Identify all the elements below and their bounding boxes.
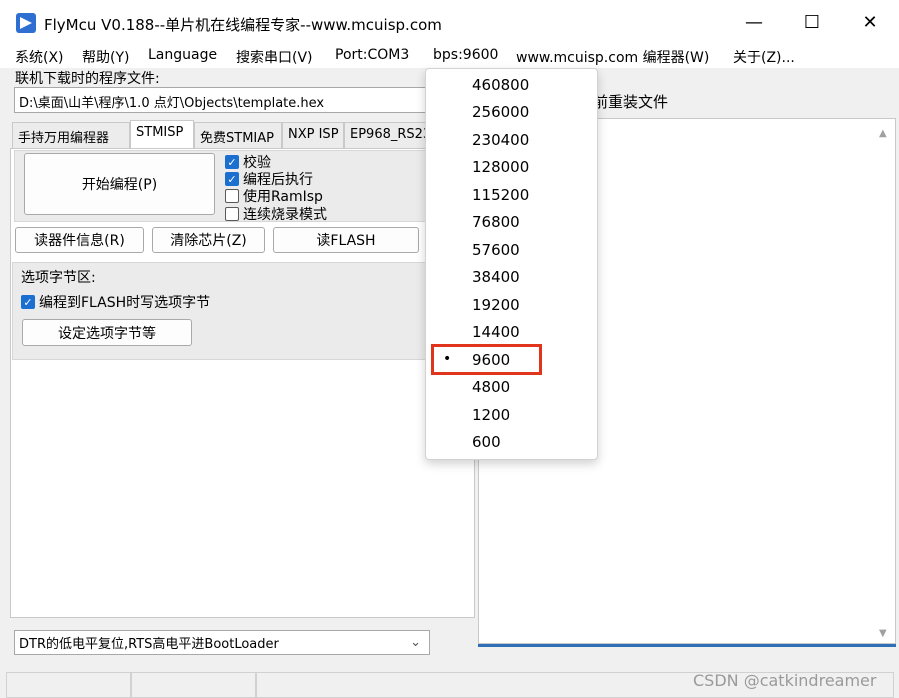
title-bar: FlyMcu V0.188--单片机在线编程专家--www.mcuisp.com… <box>0 0 899 44</box>
window-title: FlyMcu V0.188--单片机在线编程专家--www.mcuisp.com <box>44 16 442 34</box>
menu-port[interactable]: Port:COM3 <box>335 47 409 63</box>
bps-dropdown-menu: 460800 256000 230400 128000 115200 76800… <box>425 68 598 460</box>
use-ramisp-label: 使用RamIsp <box>243 189 323 205</box>
menu-language[interactable]: Language <box>148 47 217 63</box>
bps-option-14400[interactable]: 14400 <box>472 323 520 341</box>
progress-bar <box>478 644 896 647</box>
bps-option-230400[interactable]: 230400 <box>472 131 529 149</box>
erase-chip-button[interactable]: 清除芯片(Z) <box>152 227 265 253</box>
menu-system[interactable]: 系统(X) <box>15 47 64 67</box>
status-cell-2 <box>131 672 256 698</box>
checkbox-checked-icon: ✓ <box>21 295 35 309</box>
bps-option-1200[interactable]: 1200 <box>472 406 510 424</box>
bps-option-460800[interactable]: 460800 <box>472 76 529 94</box>
checkbox-unchecked-icon <box>225 207 239 221</box>
reset-mode-select[interactable]: DTR的低电平复位,RTS高电平进BootLoader ⌄ <box>14 630 430 655</box>
file-label: 联机下载时的程序文件: <box>15 71 160 87</box>
checkbox-checked-icon: ✓ <box>225 172 239 186</box>
menu-help[interactable]: 帮助(Y) <box>82 47 129 67</box>
bps-option-19200[interactable]: 19200 <box>472 296 520 314</box>
menu-bar: 系统(X) 帮助(Y) Language 搜索串口(V) Port:COM3 b… <box>0 44 899 68</box>
app-logo-icon <box>16 13 36 33</box>
reset-mode-value: DTR的低电平复位,RTS高电平进BootLoader <box>19 637 279 652</box>
close-button[interactable]: ✕ <box>841 0 899 44</box>
continuous-mode-label: 连续烧录模式 <box>243 207 327 223</box>
chevron-down-icon: ⌄ <box>410 635 421 650</box>
bps-option-57600[interactable]: 57600 <box>472 241 520 259</box>
selected-option-highlight <box>431 344 542 375</box>
menu-about[interactable]: 关于(Z)... <box>733 47 795 67</box>
write-option-bytes-label: 编程到FLASH时写选项字节 <box>39 295 211 311</box>
use-ramisp-checkbox[interactable]: 使用RamIsp <box>225 186 323 206</box>
bps-option-600[interactable]: 600 <box>472 433 501 451</box>
tab-stmiap[interactable]: 免费STMIAP <box>194 122 282 148</box>
file-path-input[interactable]: D:\桌面\山羊\程序\1.0 点灯\Objects\template.hex <box>14 87 429 113</box>
scroll-down-icon[interactable]: ▼ <box>879 628 887 639</box>
start-programming-button[interactable]: 开始编程(P) <box>24 153 215 215</box>
bps-option-38400[interactable]: 38400 <box>472 268 520 286</box>
tab-handheld[interactable]: 手持万用编程器 <box>12 122 130 148</box>
status-cell-1 <box>6 672 131 698</box>
set-option-bytes-button[interactable]: 设定选项字节等 <box>22 319 192 346</box>
minimize-button[interactable]: — <box>725 0 783 44</box>
write-option-bytes-checkbox[interactable]: ✓ 编程到FLASH时写选项字节 <box>21 292 210 312</box>
bps-option-76800[interactable]: 76800 <box>472 213 520 231</box>
bps-option-128000[interactable]: 128000 <box>472 158 529 176</box>
bps-option-4800[interactable]: 4800 <box>472 378 510 396</box>
read-device-info-button[interactable]: 读器件信息(R) <box>15 227 144 253</box>
tab-stmisp[interactable]: STMISP <box>130 120 194 148</box>
continuous-mode-checkbox[interactable]: 连续烧录模式 <box>225 204 327 224</box>
menu-programmer[interactable]: www.mcuisp.com 编程器(W) <box>516 47 709 67</box>
menu-search-port[interactable]: 搜索串口(V) <box>236 47 313 67</box>
checkbox-unchecked-icon <box>225 189 239 203</box>
bps-option-115200[interactable]: 115200 <box>472 186 529 204</box>
menu-bps[interactable]: bps:9600 <box>433 47 498 63</box>
tab-nxp-isp[interactable]: NXP ISP <box>282 122 344 148</box>
watermark-text: CSDN @catkindreamer <box>693 671 877 690</box>
bps-option-256000[interactable]: 256000 <box>472 103 529 121</box>
reload-file-label[interactable]: 前重装文件 <box>593 91 668 112</box>
scroll-up-icon[interactable]: ▲ <box>879 128 887 139</box>
checkbox-checked-icon: ✓ <box>225 155 239 169</box>
tab-ep968[interactable]: EP968_RS23 <box>344 122 426 148</box>
read-flash-button[interactable]: 读FLASH <box>273 227 419 253</box>
maximize-button[interactable]: ☐ <box>783 0 841 44</box>
option-bytes-label: 选项字节区: <box>21 270 96 286</box>
